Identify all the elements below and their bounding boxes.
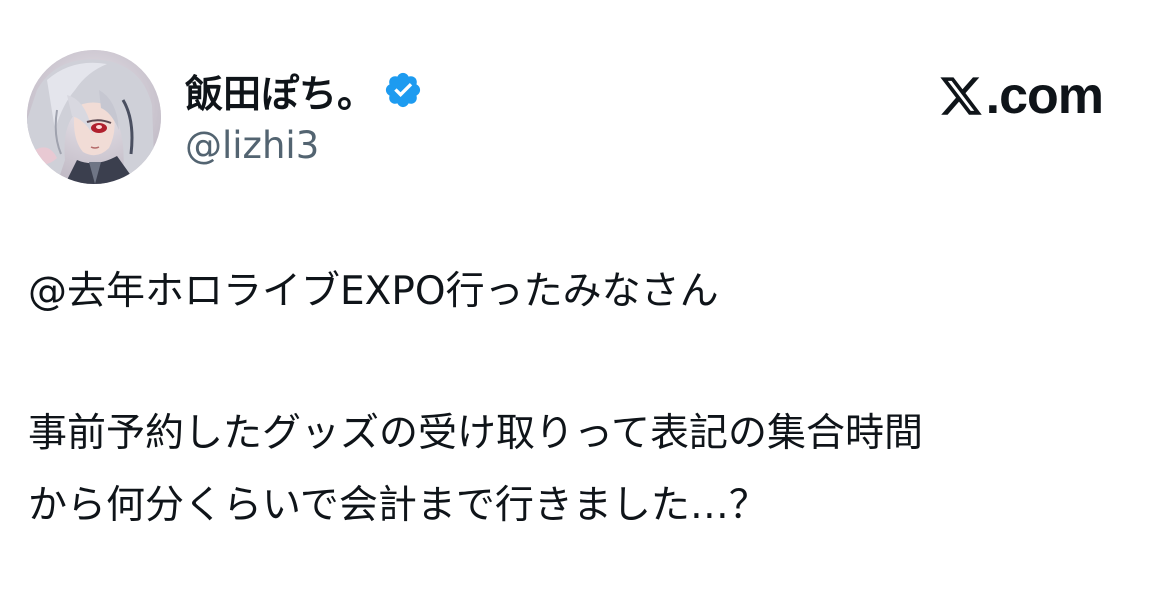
tweet-card: 飯田ぽち。 @lizhi3 .com @去年ホロライブEXPO行ったみなさん 事… <box>0 0 1170 599</box>
x-logo-icon <box>938 73 984 119</box>
verified-badge-icon <box>383 70 423 110</box>
tweet-line: 事前予約したグッズの受け取りって表記の集合時間 <box>28 411 924 456</box>
user-info: 飯田ぽち。 @lizhi3 <box>185 62 423 167</box>
tweet-text: @去年ホロライブEXPO行ったみなさん 事前予約したグッズの受け取りって表記の集… <box>28 256 1143 542</box>
display-name[interactable]: 飯田ぽち。 <box>185 63 375 118</box>
tweet-line: から何分くらいで会計まで行きました…？ <box>28 483 768 528</box>
tweet-line: @去年ホロライブEXPO行ったみなさん <box>28 269 719 314</box>
handle[interactable]: @lizhi3 <box>185 124 423 167</box>
brand-domain-text: .com <box>985 67 1104 125</box>
x-brand: .com <box>938 66 1104 126</box>
tweet-header: 飯田ぽち。 @lizhi3 .com <box>27 50 1137 185</box>
avatar[interactable] <box>27 50 161 184</box>
name-row: 飯田ぽち。 <box>185 62 423 118</box>
avatar-image <box>27 50 161 184</box>
